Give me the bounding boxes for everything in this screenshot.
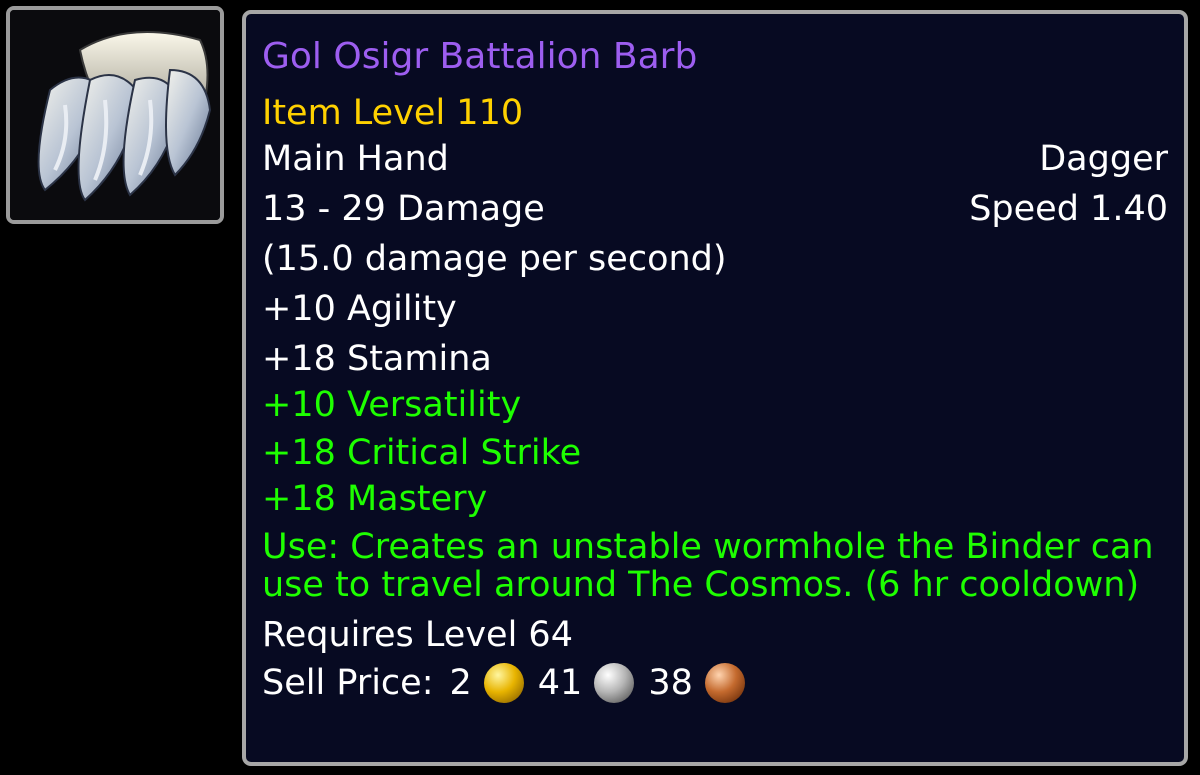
gold-coin-icon [483,663,524,703]
stat-versatility: +10 Versatility [262,385,522,425]
damage-text: 13 - 29 Damage [262,189,545,229]
item-tooltip: Gol Osigr Battalion Barb Item Level 110 … [242,10,1188,766]
copper-amount: 38 [648,663,693,703]
copper-coin-icon [704,663,745,703]
weapon-type-label: Dagger [1039,139,1168,179]
dagger-claw-icon [10,10,220,220]
requires-level: Requires Level 64 [262,615,573,655]
sell-price-label: Sell Price: [262,663,434,703]
slot-label: Main Hand [262,139,449,179]
stat-agility: +10 Agility [262,289,457,329]
slot-row: Main Hand Dagger [262,136,1168,182]
stat-mastery: +18 Mastery [262,479,488,519]
silver-coin-icon [594,663,635,703]
use-effect-text: Use: Creates an unstable wormhole the Bi… [262,527,1154,605]
sell-price-row: Sell Price: 2 41 38 [262,660,1168,706]
item-icon-frame[interactable] [6,6,224,224]
gold-amount: 2 [449,663,472,703]
damage-row: 13 - 29 Damage Speed 1.40 [262,186,1168,232]
silver-amount: 41 [537,663,583,703]
speed-text: Speed 1.40 [969,189,1168,229]
item-level: Item Level 110 [262,93,524,133]
stat-stamina: +18 Stamina [262,339,492,379]
dps-text: (15.0 damage per second) [262,239,727,279]
stat-critical-strike: +18 Critical Strike [262,433,582,473]
item-name[interactable]: Gol Osigr Battalion Barb [262,34,1168,80]
